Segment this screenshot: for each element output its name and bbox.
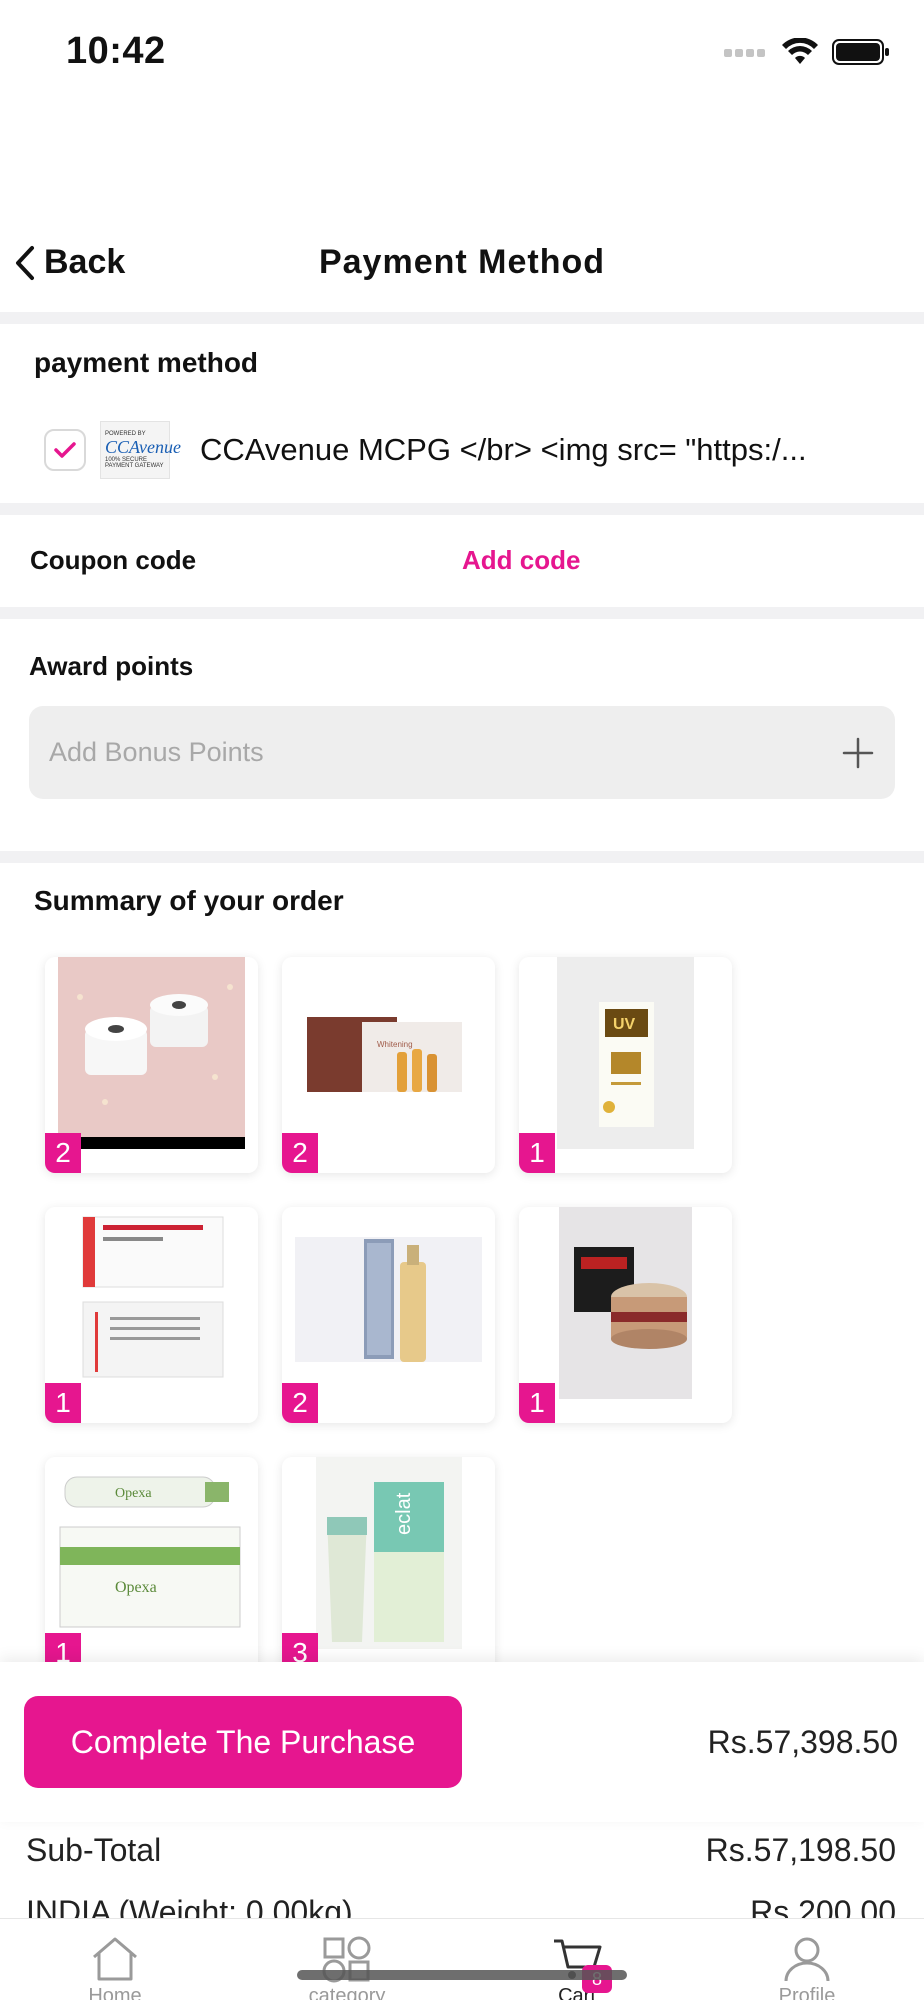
tab-label: Cart bbox=[558, 1985, 596, 2000]
tab-profile[interactable]: Profile bbox=[732, 1935, 882, 2000]
order-summary-heading: Summary of your order bbox=[34, 885, 344, 916]
totals-row: Sub-Total Rs.57,198.50 bbox=[26, 1832, 896, 1869]
home-icon bbox=[93, 1937, 137, 1981]
order-item[interactable]: 1 bbox=[519, 1207, 732, 1423]
divider bbox=[0, 503, 924, 515]
totals-value: Rs.57,198.50 bbox=[705, 1832, 896, 1868]
logo-brand: CCAvenue bbox=[105, 437, 181, 457]
purchase-bar: Complete The Purchase Rs.57,398.50 bbox=[0, 1662, 924, 1822]
svg-text:Opexa: Opexa bbox=[115, 1579, 157, 1596]
order-item[interactable]: Whitening 2 bbox=[282, 957, 495, 1173]
cellular-signal-icon bbox=[724, 49, 765, 57]
status-icons bbox=[724, 38, 890, 66]
tab-cart[interactable]: 8 Cart bbox=[502, 1935, 652, 2000]
ccavenue-logo: POWERED BY CCAvenue 100% SECURE PAYMENT … bbox=[100, 421, 181, 479]
tab-label: Home bbox=[88, 1985, 142, 2000]
order-item[interactable]: 2 bbox=[282, 1207, 495, 1423]
complete-purchase-button[interactable]: Complete The Purchase bbox=[24, 1696, 462, 1788]
wifi-icon bbox=[782, 38, 818, 64]
payment-checkbox[interactable] bbox=[44, 429, 86, 471]
bonus-points-field bbox=[29, 706, 895, 799]
order-item[interactable]: eclat 3 bbox=[282, 1457, 495, 1673]
order-item[interactable]: 2 bbox=[45, 957, 258, 1173]
svg-text:Whitening: Whitening bbox=[377, 1040, 413, 1049]
tab-category[interactable]: category bbox=[272, 1935, 422, 2000]
page-title: Payment Method bbox=[318, 243, 606, 281]
quantity-badge: 2 bbox=[282, 1383, 318, 1423]
tab-label: Profile bbox=[778, 1985, 836, 2000]
quantity-badge: 1 bbox=[519, 1133, 555, 1173]
bonus-points-input[interactable] bbox=[49, 737, 841, 768]
navigation-bar: Back Payment Method bbox=[0, 225, 924, 305]
order-item[interactable]: Opexa Opexa 1 bbox=[45, 1457, 258, 1673]
payment-method-heading: payment method bbox=[34, 347, 259, 378]
payment-option-label: CCAvenue MCPG </br> <img src= "https:/..… bbox=[200, 432, 807, 467]
profile-icon bbox=[784, 1937, 830, 1982]
home-indicator bbox=[297, 1970, 627, 1980]
divider bbox=[0, 312, 924, 324]
totals-label: Sub-Total bbox=[26, 1832, 162, 1868]
battery-icon bbox=[832, 39, 889, 65]
svg-text:eclat: eclat bbox=[393, 1492, 415, 1535]
payment-option-ccavenue[interactable]: POWERED BY CCAvenue 100% SECURE PAYMENT … bbox=[44, 415, 884, 485]
quantity-badge: 1 bbox=[45, 1383, 81, 1423]
tab-home[interactable]: Home bbox=[40, 1935, 190, 2000]
order-item[interactable]: UV 1 bbox=[519, 957, 732, 1173]
award-points-heading: Award points bbox=[29, 651, 194, 681]
tab-label: category bbox=[308, 1985, 386, 2000]
divider bbox=[0, 851, 924, 863]
tab-bar: Home category 8 Cart Profile bbox=[0, 1918, 924, 2000]
order-totals: Sub-Total Rs.57,198.50 INDIA (Weight: 0.… bbox=[0, 1822, 924, 1922]
svg-text:UV: UV bbox=[613, 1016, 636, 1033]
quantity-badge: 2 bbox=[282, 1133, 318, 1173]
coupon-label: Coupon code bbox=[30, 545, 197, 575]
divider bbox=[0, 607, 924, 619]
status-bar: 10:42 bbox=[0, 0, 924, 110]
add-code-button[interactable]: Add code bbox=[462, 545, 580, 576]
svg-text:Opexa: Opexa bbox=[115, 1486, 152, 1501]
checkmark-icon bbox=[54, 442, 76, 458]
plus-icon[interactable] bbox=[841, 736, 875, 770]
quantity-badge: 2 bbox=[45, 1133, 81, 1173]
purchase-total: Rs.57,398.50 bbox=[707, 1724, 898, 1760]
status-time: 10:42 bbox=[66, 30, 166, 72]
order-item[interactable]: 1 bbox=[45, 1207, 258, 1423]
quantity-badge: 1 bbox=[519, 1383, 555, 1423]
logo-caption-bottom: 100% SECURE PAYMENT GATEWAY bbox=[105, 457, 164, 469]
